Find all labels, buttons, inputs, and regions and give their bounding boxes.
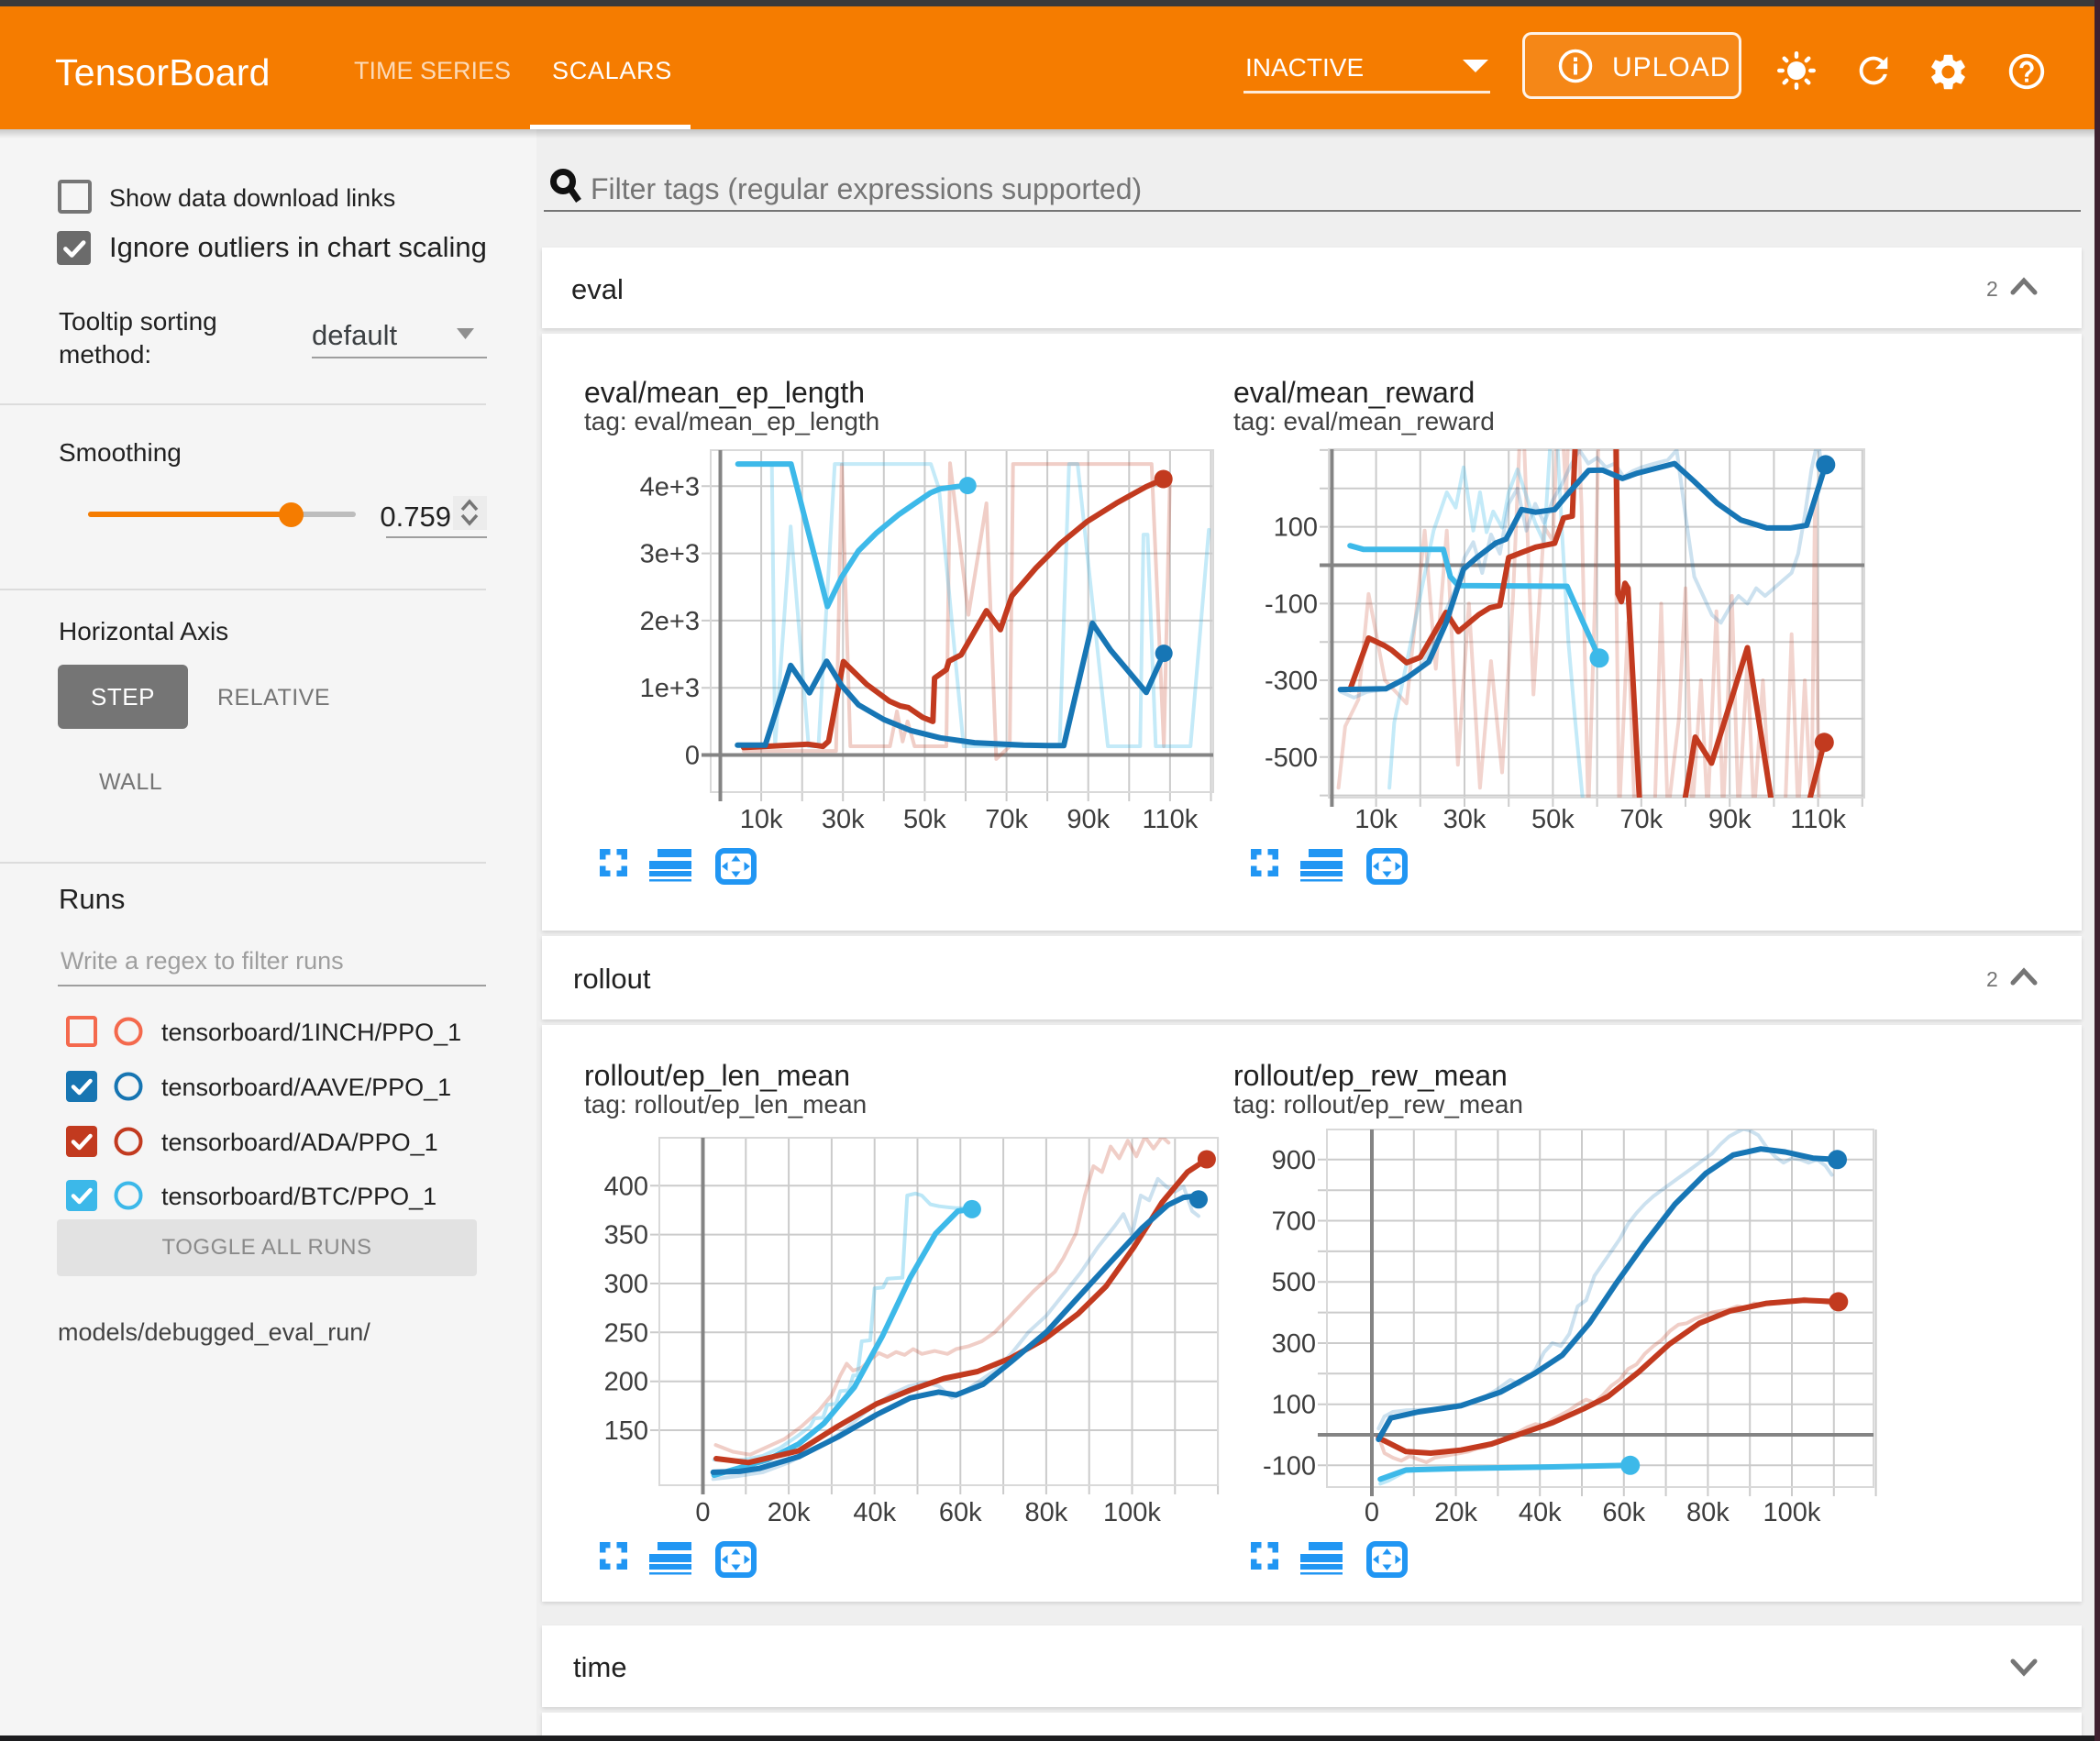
svg-text:30k: 30k [822,805,865,834]
svg-text:1e+3: 1e+3 [640,674,700,703]
svg-text:70k: 70k [985,805,1028,834]
svg-text:200: 200 [604,1368,648,1397]
svg-text:20k: 20k [768,1498,811,1527]
svg-text:40k: 40k [853,1498,896,1527]
svg-text:80k: 80k [1686,1498,1730,1527]
svg-text:10k: 10k [1354,805,1398,834]
svg-text:2e+3: 2e+3 [640,607,700,636]
svg-text:60k: 60k [939,1498,982,1527]
svg-text:20k: 20k [1434,1498,1477,1527]
svg-text:40k: 40k [1519,1498,1562,1527]
svg-text:4e+3: 4e+3 [640,472,700,501]
svg-text:70k: 70k [1619,805,1663,834]
svg-text:0: 0 [695,1498,710,1527]
svg-text:0: 0 [1365,1498,1379,1527]
svg-text:100: 100 [1272,1391,1316,1420]
svg-text:700: 700 [1272,1207,1316,1237]
svg-text:-100: -100 [1265,590,1318,619]
svg-text:100: 100 [1274,513,1318,543]
svg-text:110k: 110k [1790,805,1846,834]
svg-text:80k: 80k [1025,1498,1068,1527]
svg-text:90k: 90k [1708,805,1752,834]
svg-text:250: 250 [604,1318,648,1348]
svg-text:100k: 100k [1763,1498,1821,1527]
svg-text:30k: 30k [1443,805,1487,834]
svg-text:500: 500 [1272,1268,1316,1297]
svg-text:350: 350 [604,1221,648,1251]
svg-text:50k: 50k [903,805,946,834]
svg-text:300: 300 [1272,1329,1316,1359]
svg-text:0: 0 [685,742,700,771]
svg-text:400: 400 [604,1172,648,1201]
svg-text:10k: 10k [740,805,783,834]
svg-text:-300: -300 [1265,667,1318,696]
svg-text:300: 300 [604,1270,648,1299]
svg-text:110k: 110k [1143,805,1199,834]
svg-text:-500: -500 [1265,744,1318,773]
svg-text:900: 900 [1272,1146,1316,1175]
svg-text:50k: 50k [1531,805,1575,834]
svg-text:90k: 90k [1067,805,1110,834]
svg-text:150: 150 [604,1416,648,1446]
svg-text:60k: 60k [1602,1498,1645,1527]
svg-text:3e+3: 3e+3 [640,540,700,569]
svg-text:-100: -100 [1263,1451,1316,1481]
svg-text:100k: 100k [1103,1498,1161,1527]
